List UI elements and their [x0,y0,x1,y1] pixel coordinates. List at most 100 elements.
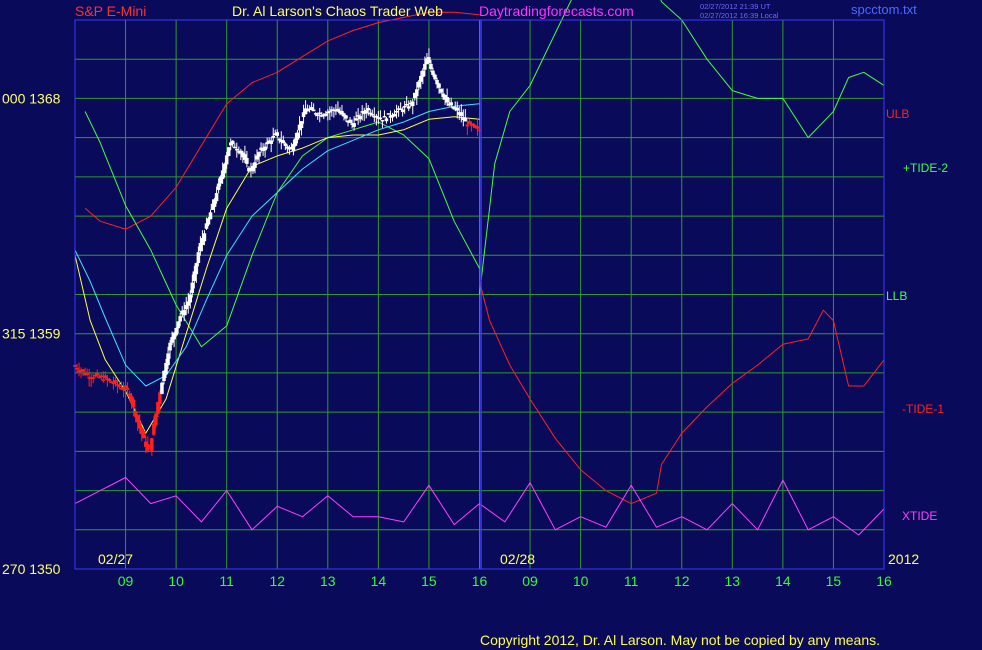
candle-body [235,148,239,151]
candle-body [214,193,219,202]
candle-body [109,381,114,383]
candle-body [231,140,235,144]
candle-body [275,132,279,136]
candle-body [380,120,385,122]
date-label-day1: 02/27 [98,551,133,567]
candle-body [202,233,207,242]
candle-body [95,373,99,376]
candle-body [150,438,154,452]
candle-body [406,106,411,109]
candle-body [309,107,314,110]
candle-body [358,115,362,120]
candle-body [85,372,89,375]
x-tick-label: 15 [421,573,437,589]
candle-body [423,63,427,70]
x-tick-label: 11 [624,573,639,589]
candle-body [271,135,275,138]
candle-body [81,369,85,372]
y-tick-label: 000 1368 [2,90,61,106]
x-tick-label: 13 [320,573,336,589]
candle-body [75,367,79,370]
candle-body [459,112,464,116]
candle-body [257,152,261,157]
candle-body [364,109,368,114]
candle-body [123,385,128,389]
candle-body [142,431,146,439]
x-tick-label: 12 [674,573,690,589]
x-tick-label: 14 [775,573,791,589]
candle-body [475,126,480,129]
timestamp-ut: 02/27/2012 21:39 UT [700,2,771,11]
y-tick-label: 315 1359 [2,326,61,342]
candle-body [158,392,162,405]
chart-title: Dr. Al Larson's Chaos Trader Web [232,3,443,19]
candle-body [394,110,399,113]
candle-body [269,140,273,144]
candle-body [121,388,126,391]
candle-body [435,79,439,85]
x-tick-label: 10 [573,573,589,589]
candle-body [283,143,288,146]
candle-body [168,342,172,351]
candle-body [154,413,158,426]
candle-body [463,117,468,122]
candle-body [404,104,409,106]
candle-body [400,109,405,113]
candle-body [293,138,298,146]
candle-body [421,70,425,77]
candle-body [135,415,140,423]
candle-body [415,89,419,97]
site-label: Daytradingforecasts.com [479,3,634,19]
candle-body [174,328,178,336]
candle-body [467,121,472,124]
candle-body [324,113,328,116]
candle-body [176,321,180,329]
candle-body [437,83,441,88]
x-tick-label: 12 [269,573,285,589]
candle-body [366,108,371,111]
x-tick-label: 09 [522,573,538,589]
candle-body [131,399,136,408]
candle-body [411,101,415,107]
tide-minus1-label: -TIDE-1 [902,402,944,416]
candle-body [115,384,120,386]
candle-body [178,316,182,322]
llb-label: LLB [886,289,907,303]
candle-body [253,162,257,168]
candle-body [449,102,453,106]
candle-body [439,88,443,93]
x-tick-label: 10 [168,573,184,589]
copyright: Copyright 2012, Dr. Al Larson. May not b… [480,632,880,648]
candle-body [113,380,118,383]
candle-body [226,147,231,156]
candle-body [224,155,229,165]
x-tick-label: 13 [725,573,741,589]
candle-body [137,421,142,429]
candle-body [384,118,389,122]
candle-body [194,263,199,275]
candle-body [245,158,249,164]
x-tick-label: 16 [472,573,488,589]
candle-body [328,110,332,113]
tide-plus2-label: +TIDE-2 [903,161,948,175]
candle-body [344,115,348,119]
candle-body [317,112,322,115]
x-tick-label: 15 [826,573,842,589]
candle-body [382,116,387,118]
candle-body [427,57,431,64]
candle-body [378,117,383,120]
candle-body [392,113,397,117]
candle-body [208,212,213,220]
candle-body [465,124,470,127]
candle-body [348,119,352,123]
date-label-day2: 02/28 [500,551,535,567]
candle-body [127,393,132,397]
candle-body [196,252,201,264]
x-tick-label: 14 [371,573,387,589]
candle-body [103,375,108,378]
symbol-label: S&P E-Mini [75,3,146,19]
x-tick-label: 16 [876,573,892,589]
candle-body [117,385,122,388]
candle-body [431,70,435,75]
candle-body [419,75,423,82]
